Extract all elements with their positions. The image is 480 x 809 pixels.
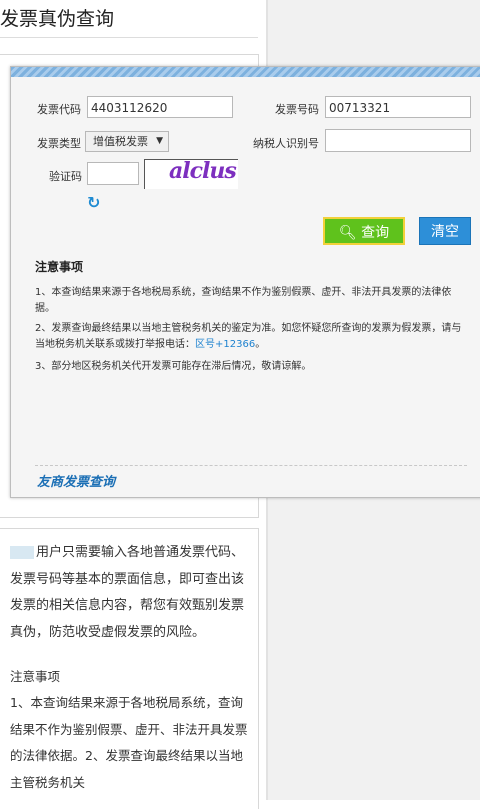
invoice-number-input[interactable]: 00713321: [325, 96, 471, 118]
dropdown-arrow-icon: ▼: [156, 136, 163, 146]
notice-item-2: 2、发票查询最终结果以当地主管税务机关的鉴定为准。如您怀疑您所查询的发票为假发票…: [35, 321, 465, 353]
query-button-label: 查询: [361, 225, 390, 241]
footer-divider: [35, 465, 467, 466]
invoice-code-label: 发票代码: [37, 103, 81, 116]
brand-logo: 友商发票查询: [37, 475, 116, 490]
report-hotline-link[interactable]: 区号+12366: [195, 339, 255, 350]
invoice-number-label: 发票号码: [275, 103, 319, 116]
notice-item-3: 3、部分地区税务机关代开发票可能存在滞后情况，敬请谅解。: [35, 361, 312, 372]
captcha-image[interactable]: alclus: [144, 159, 238, 189]
notice-item-2-end: 。: [255, 339, 266, 350]
invoice-type-select[interactable]: 增值税发票 ▼: [85, 131, 169, 152]
taxpayer-id-label: 纳税人识别号: [253, 137, 319, 150]
search-icon: 🔍︎: [338, 225, 357, 241]
query-form-panel: 发票代码 4403112620 发票号码 00713321 发票类型 增值税发票…: [10, 66, 480, 498]
invoice-type-label: 发票类型: [37, 137, 81, 150]
notice-item-1: 1、本查询结果来源于各地税局系统，查询结果不作为鉴别假票、虚开、非法开具发票的法…: [35, 287, 452, 314]
query-button[interactable]: 🔍︎ 查询: [323, 217, 405, 245]
page-title: 发票真伪查询: [0, 8, 115, 30]
captcha-text: alclus: [169, 159, 237, 184]
notice-heading: 注意事项: [35, 260, 84, 274]
refresh-icon[interactable]: ↻: [87, 193, 100, 212]
description-text: 用户只需要输入各地普通发票代码、发票号码等基本的票面信息，即可查出该发票的相关信…: [10, 540, 254, 646]
title-divider: [0, 37, 258, 38]
notes-text: 1、本查询结果来源于各地税局系统，查询结果不作为鉴别假票、虚开、非法开具发票的法…: [10, 695, 248, 790]
notes-heading: 注意事项: [10, 669, 61, 684]
highlight-marker: [10, 546, 34, 559]
invoice-type-value: 增值税发票: [93, 135, 148, 148]
captcha-label: 验证码: [49, 170, 82, 183]
description-intro: 用户只需要输入各地普通发票代码、发票号码等基本的票面信息，即可查出该发票的相关信…: [10, 545, 245, 640]
clear-button[interactable]: 清空: [419, 217, 471, 245]
taxpayer-id-input[interactable]: [325, 129, 471, 152]
captcha-input[interactable]: [87, 162, 139, 185]
invoice-code-input[interactable]: 4403112620: [87, 96, 233, 118]
panel-header-stripe: [11, 67, 480, 77]
